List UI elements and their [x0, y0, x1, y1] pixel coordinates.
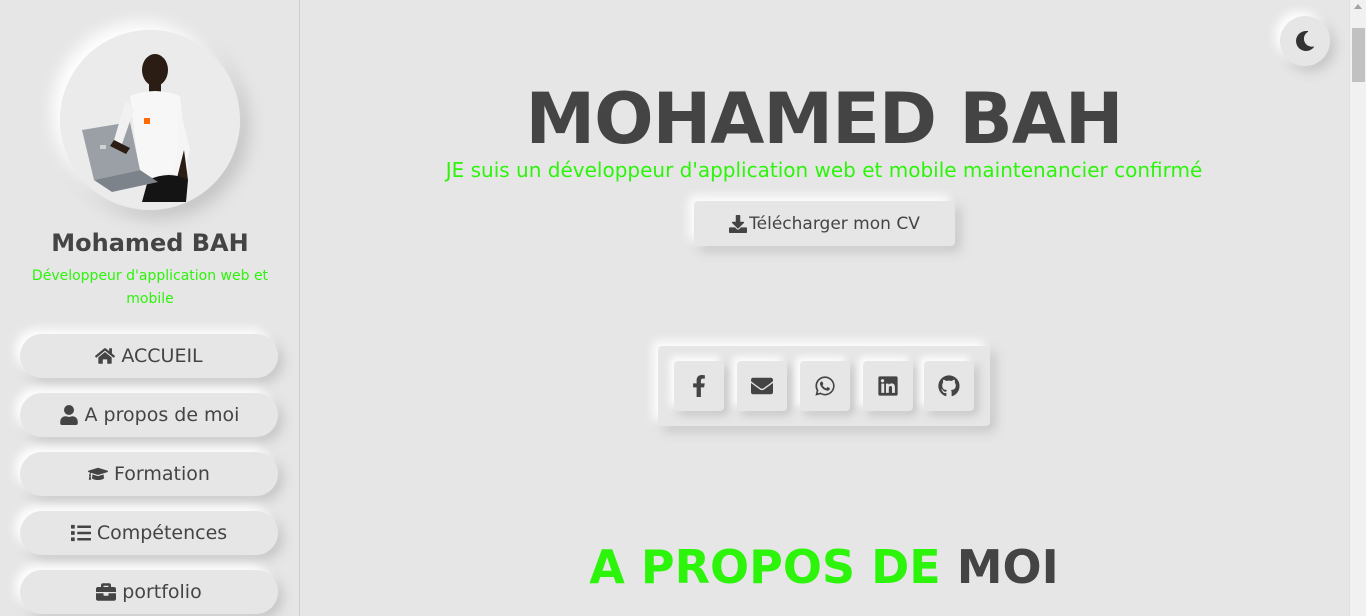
about-section-title: A PROPOS DE MOI: [300, 540, 1348, 594]
nav-item-label: portfolio: [122, 581, 202, 603]
download-cv-button[interactable]: Télécharger mon CV: [694, 201, 955, 246]
briefcase-icon: [96, 583, 117, 601]
envelope-icon: [751, 377, 773, 395]
social-links: [658, 346, 990, 426]
linkedin-icon: [878, 376, 898, 396]
avatar-photo: [60, 30, 240, 210]
profile-role: Développeur d'application web et mobile: [31, 268, 269, 307]
scroll-up-arrow-icon[interactable]: [1354, 4, 1362, 9]
user-icon: [59, 405, 78, 425]
sidebar: Mohamed BAH Développeur d'application we…: [0, 0, 300, 616]
hero-title: MOHAMED BAH: [525, 78, 1124, 160]
whatsapp-icon: [815, 376, 835, 396]
nav-item-a-propos[interactable]: A propos de moi: [20, 393, 278, 437]
profile-name: Mohamed BAH: [51, 229, 249, 257]
whatsapp-button[interactable]: [800, 361, 850, 411]
vertical-scrollbar[interactable]: [1349, 0, 1366, 616]
facebook-button[interactable]: [674, 361, 724, 411]
facebook-icon: [693, 375, 705, 397]
nav-item-accueil[interactable]: ACCUEIL: [20, 334, 278, 378]
nav-item-label: Compétences: [96, 522, 228, 544]
github-button[interactable]: [924, 361, 974, 411]
avatar: [60, 30, 240, 210]
graduation-cap-icon: [88, 467, 109, 480]
hero-subtitle: JE suis un développeur d'application web…: [445, 158, 1203, 182]
linkedin-button[interactable]: [863, 361, 913, 411]
about-title-rest: MOI: [956, 540, 1059, 594]
list-icon: [70, 524, 91, 542]
github-icon: [938, 375, 960, 397]
email-button[interactable]: [737, 361, 787, 411]
nav-item-formation[interactable]: Formation: [20, 452, 278, 496]
nav-item-competences[interactable]: Compétences: [20, 511, 278, 555]
about-title-accent: A PROPOS DE: [589, 540, 941, 594]
moon-icon: [1296, 31, 1314, 51]
nav-item-label: A propos de moi: [84, 404, 240, 426]
nav-item-label: ACCUEIL: [121, 345, 203, 367]
nav-item-label: Formation: [114, 463, 210, 485]
download-icon: [729, 214, 748, 233]
theme-toggle-button[interactable]: [1280, 16, 1330, 66]
home-icon: [95, 348, 116, 364]
nav-item-portfolio[interactable]: portfolio: [20, 570, 278, 614]
download-cv-label: Télécharger mon CV: [749, 213, 920, 234]
scroll-thumb[interactable]: [1352, 28, 1365, 82]
